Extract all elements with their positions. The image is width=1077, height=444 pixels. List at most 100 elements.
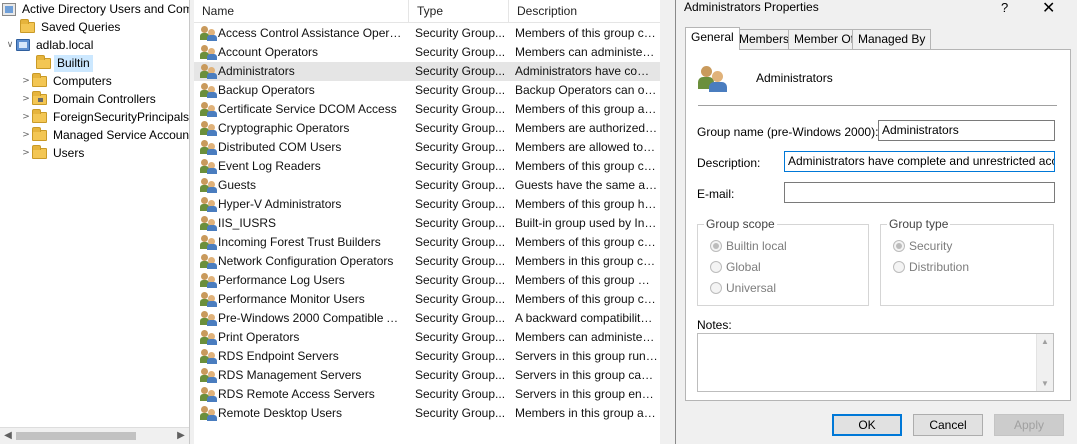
cell-description: Members of this group may schedule loggi… [515, 273, 658, 287]
help-button[interactable]: ? [1001, 0, 1008, 15]
table-row[interactable]: Backup Operators Security Group... Backup … [194, 81, 660, 100]
cell-description: Members of this group can remotely query… [515, 26, 658, 40]
cell-description: Servers in this group enable users of Re… [515, 387, 658, 401]
cell-type: Security Group... [415, 292, 506, 306]
cell-name: Account Operators [218, 45, 319, 59]
close-icon[interactable]: ✕ [1042, 0, 1055, 17]
description-field[interactable]: Administrators have complete and unrestr… [784, 151, 1055, 172]
cell-description: Members of this group can read event log… [515, 159, 658, 173]
group-name-label: Group name (pre-Windows 2000): [697, 125, 879, 139]
group-type-title: Group type [887, 217, 951, 231]
tab-general[interactable]: General [685, 27, 740, 50]
column-header-description[interactable]: Description [509, 0, 660, 23]
table-row[interactable]: Guests Security Group... Guests have the s… [194, 176, 660, 195]
cell-description: Servers in this group run virtual machin… [515, 349, 658, 363]
tree-item[interactable]: > ForeignSecurityPrincipals [20, 108, 189, 126]
chevron-right-icon[interactable]: > [20, 76, 32, 86]
cell-type: Security Group... [415, 330, 506, 344]
email-field[interactable] [784, 182, 1055, 203]
tree-root-label: Active Directory Users and Computers [22, 1, 189, 16]
cancel-button[interactable]: Cancel [913, 414, 983, 436]
cell-description: Members of this group are allowed to con… [515, 102, 658, 116]
cell-type: Security Group... [415, 102, 506, 116]
cell-name: Hyper-V Administrators [218, 197, 342, 211]
scroll-down-icon[interactable]: ▼ [1041, 379, 1049, 388]
tab-managed-by[interactable]: Managed By [852, 29, 932, 49]
ok-button[interactable]: OK [832, 414, 902, 436]
table-row[interactable]: Print Operators Security Group... Members … [194, 328, 660, 347]
table-row[interactable]: Certificate Service DCOM Access Security … [194, 100, 660, 119]
tree-item-label: Builtin [54, 54, 93, 72]
table-row[interactable]: Administrators Security Group... Administr… [194, 62, 660, 81]
tab-members[interactable]: Members [733, 29, 796, 49]
cell-description: Built-in group used by Internet Informat… [515, 216, 658, 230]
chevron-right-icon[interactable]: > [20, 148, 32, 158]
table-row[interactable]: RDS Endpoint Servers Security Group... Ser… [194, 347, 660, 366]
cell-type: Security Group... [415, 159, 506, 173]
table-row[interactable]: Account Operators Security Group... Member… [194, 43, 660, 62]
security-group-icon [200, 235, 217, 250]
table-row[interactable]: Performance Log Users Security Group... Me… [194, 271, 660, 290]
tree-item[interactable]: > Managed Service Accounts [20, 126, 189, 144]
dialog-title: Administrators Properties [684, 0, 819, 14]
tree-item-label: Saved Queries [41, 19, 121, 34]
table-row[interactable]: Incoming Forest Trust Builders Security G… [194, 233, 660, 252]
scroll-right-icon[interactable]: ▶ [174, 429, 188, 443]
radio-label: Global [726, 260, 761, 274]
tree-item[interactable]: ∨ adlab.local [4, 36, 96, 54]
table-row[interactable]: Access Control Assistance Operators Secur… [194, 24, 660, 43]
radio-global[interactable]: Global [710, 260, 761, 274]
chevron-right-icon[interactable]: > [20, 130, 32, 140]
table-row[interactable]: Event Log Readers Security Group... Member… [194, 157, 660, 176]
tree-item[interactable]: > Computers [20, 72, 115, 90]
radio-distribution[interactable]: Distribution [893, 260, 969, 274]
chevron-right-icon[interactable]: > [20, 112, 32, 122]
tree-horizontal-scrollbar[interactable]: ◀ ▶ [0, 427, 189, 444]
table-row[interactable]: Cryptographic Operators Security Group...… [194, 119, 660, 138]
chevron-right-icon[interactable]: > [20, 94, 32, 104]
notes-field[interactable]: ▲ ▼ [697, 333, 1054, 392]
table-row[interactable]: Performance Monitor Users Security Group.… [194, 290, 660, 309]
notes-scrollbar[interactable]: ▲ ▼ [1036, 334, 1053, 391]
chevron-down-icon[interactable]: ∨ [4, 40, 16, 50]
table-row[interactable]: RDS Remote Access Servers Security Group.… [194, 385, 660, 404]
table-row[interactable]: Hyper-V Administrators Security Group... M… [194, 195, 660, 214]
tree-item[interactable]: Saved Queries [8, 18, 123, 36]
tree-item[interactable]: Builtin [24, 54, 93, 72]
cell-description: Members of this group have complete acce… [515, 197, 658, 211]
cell-description: Servers in this group can perform routin… [515, 368, 658, 382]
table-row[interactable]: Pre-Windows 2000 Compatible Access Securi… [194, 309, 660, 328]
cell-type: Security Group... [415, 349, 506, 363]
security-group-icon [200, 159, 217, 174]
tree-item[interactable]: > Users [20, 144, 87, 162]
tree-root[interactable]: Active Directory Users and Computers [2, 0, 189, 18]
security-group-icon [200, 45, 217, 60]
radio-builtin-local[interactable]: Builtin local [710, 239, 787, 253]
column-header-type[interactable]: Type [409, 0, 509, 23]
cell-name: Incoming Forest Trust Builders [218, 235, 381, 249]
security-group-icon [200, 197, 217, 212]
table-row[interactable]: Network Configuration Operators Security … [194, 252, 660, 271]
security-group-icon [200, 330, 217, 345]
scroll-left-icon[interactable]: ◀ [1, 429, 15, 443]
column-header-name[interactable]: Name [194, 0, 409, 23]
apply-button[interactable]: Apply [994, 414, 1064, 436]
cell-type: Security Group... [415, 254, 506, 268]
scroll-up-icon[interactable]: ▲ [1041, 337, 1049, 346]
tab-member-of[interactable]: Member Of [788, 29, 861, 49]
tree-item[interactable]: > Domain Controllers [20, 90, 159, 108]
group-name-field[interactable]: Administrators [878, 120, 1055, 141]
table-row[interactable]: Remote Desktop Users Security Group... Mem… [194, 404, 660, 423]
folder-icon [32, 126, 47, 141]
radio-security[interactable]: Security [893, 239, 952, 253]
cell-description: Members in this group can have some priv… [515, 254, 658, 268]
cell-type: Security Group... [415, 121, 506, 135]
table-row[interactable]: Distributed COM Users Security Group... Me… [194, 138, 660, 157]
details-list: Name Type Description Access Control Ass… [194, 0, 660, 444]
table-row[interactable]: RDS Management Servers Security Group... S… [194, 366, 660, 385]
table-row[interactable]: IIS_IUSRS Security Group... Built-in group… [194, 214, 660, 233]
scroll-thumb[interactable] [16, 432, 136, 440]
cell-description: A backward compatibility group which all… [515, 311, 658, 325]
domain-icon [16, 39, 30, 51]
radio-universal[interactable]: Universal [710, 281, 776, 295]
